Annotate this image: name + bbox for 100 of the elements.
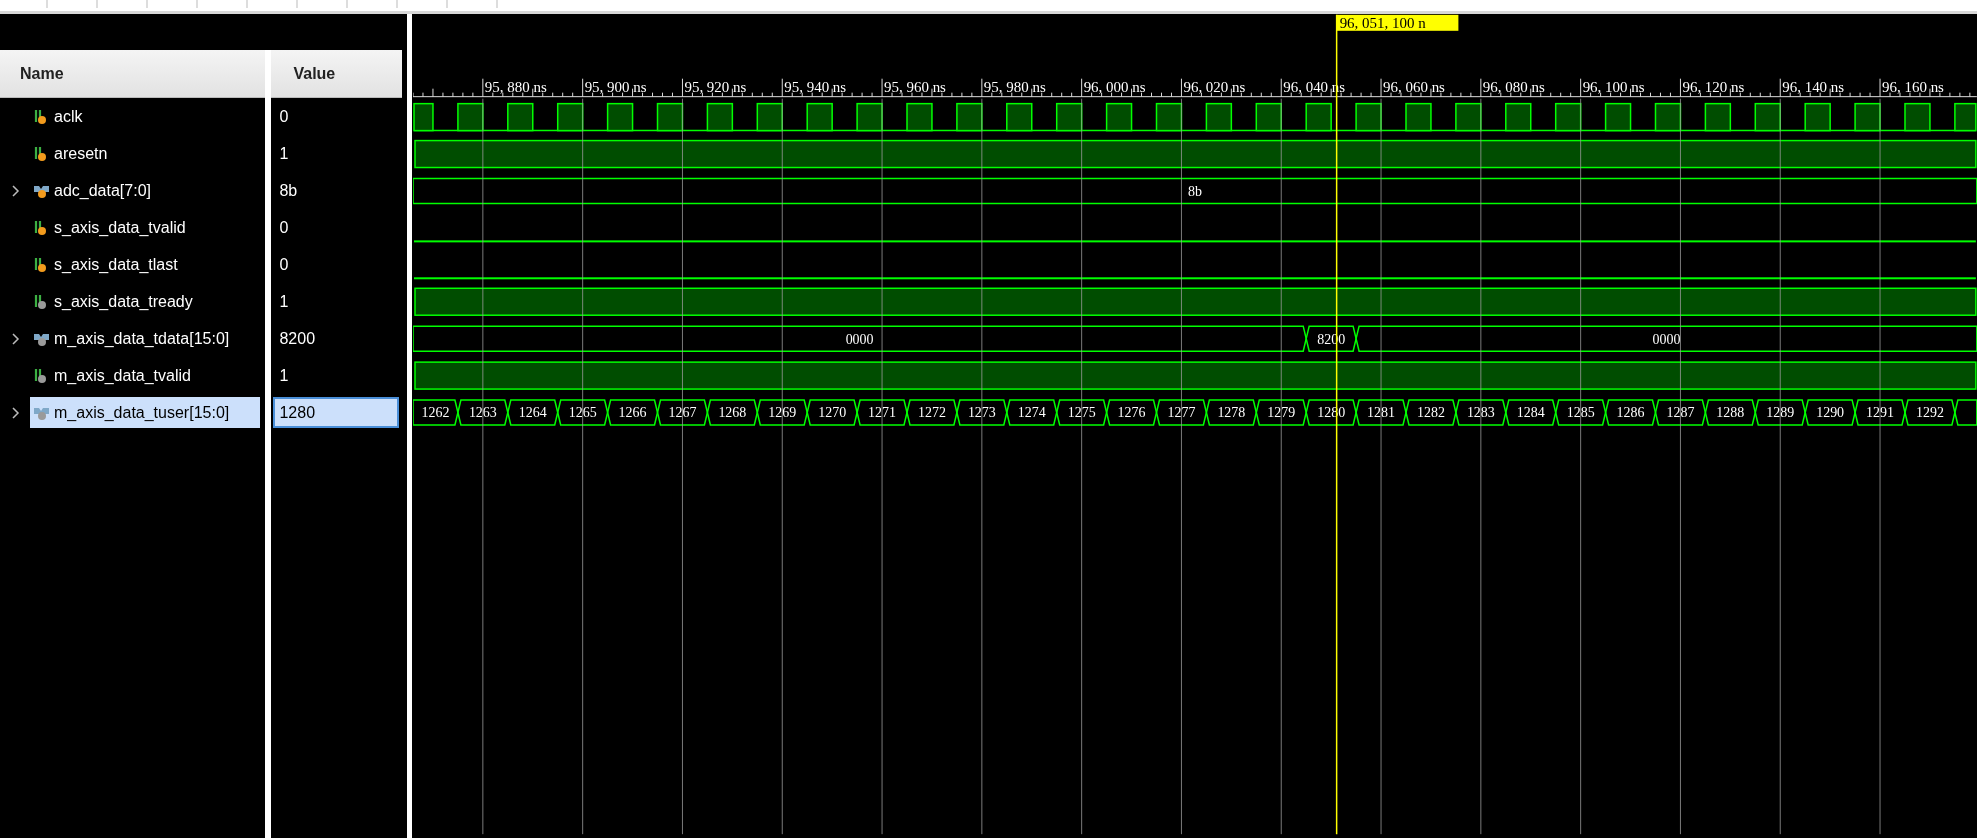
bus-value: 1292 — [1916, 405, 1945, 421]
bus-segment — [806, 399, 859, 426]
bus-value: 1271 — [868, 405, 897, 421]
signal-name[interactable]: m_axis_data_tvalid — [30, 360, 260, 391]
bus-segment — [1854, 399, 1906, 426]
signal-name[interactable]: adc_data[7:0] — [30, 175, 260, 206]
bus-value: 1285 — [1566, 405, 1595, 421]
bus-value: 1286 — [1616, 405, 1645, 421]
bus-value: 1263 — [469, 405, 497, 421]
bus-segment — [1654, 399, 1707, 426]
bus-segment — [1555, 399, 1607, 426]
time-label: 96, 140 ns — [1782, 78, 1845, 95]
bus-value: 1264 — [518, 405, 547, 421]
bus-segment — [656, 399, 709, 426]
bus-value: 1277 — [1167, 405, 1196, 421]
time-label: 95, 960 ns — [884, 78, 947, 95]
bus-segment — [607, 399, 659, 426]
signal-value: 8b — [278, 180, 299, 201]
bus-value: 1269 — [768, 405, 797, 421]
bus-segment — [906, 399, 958, 426]
time-label: 95, 900 ns — [584, 78, 647, 95]
bus-segment — [856, 399, 908, 426]
cursor-time-badge: 96, 051, 100 n — [1336, 14, 1459, 31]
time-label: 96, 020 ns — [1183, 78, 1246, 95]
signal-value: 0 — [278, 254, 290, 275]
name-column-header[interactable]: Name — [0, 50, 266, 98]
time-label: 96, 120 ns — [1682, 78, 1745, 95]
time-label: 96, 080 ns — [1483, 78, 1545, 95]
bus-segment — [507, 399, 559, 426]
bus-segment — [956, 399, 1008, 426]
bus-value: 1275 — [1067, 405, 1096, 421]
bus-segment — [1405, 399, 1457, 426]
bus-value: 1281 — [1367, 405, 1396, 421]
bus-segment — [1704, 399, 1757, 426]
signal-name[interactable]: m_axis_data_tdata[15:0] — [30, 323, 260, 354]
bus-value: 1282 — [1417, 405, 1446, 421]
signal-name-text: m_axis_data_tuser[15:0] — [54, 403, 230, 422]
bus-value: 1266 — [618, 405, 647, 421]
bus-segment — [1754, 399, 1807, 426]
time-label: 96, 060 ns — [1383, 78, 1446, 95]
bus-value: 1284 — [1516, 405, 1545, 421]
bus-value: 1291 — [1866, 405, 1895, 421]
signal-value: 0 — [278, 217, 290, 238]
signal-value: 8200 — [278, 328, 317, 349]
bus-segment — [756, 399, 809, 426]
bus-segment — [1355, 399, 1407, 426]
bus-value: 1273 — [968, 405, 996, 421]
signal-value: 1 — [278, 365, 290, 386]
bus-segment — [706, 399, 759, 426]
signal-name[interactable]: m_axis_data_tuser[15:0] — [30, 397, 260, 428]
time-label: 96, 160 ns — [1882, 78, 1945, 95]
bus-value: 1267 — [668, 405, 697, 421]
signal-name[interactable]: s_axis_data_tready — [30, 286, 260, 317]
bus-value: 0000 — [845, 331, 874, 347]
bus-segment — [1155, 399, 1208, 426]
bus-value: 1270 — [818, 405, 847, 421]
bus-value: 8b — [1188, 183, 1203, 199]
time-label: 96, 100 ns — [1582, 78, 1645, 95]
bus-segment — [557, 399, 609, 426]
signal-value: 1280 — [273, 397, 400, 428]
bus-segment — [413, 399, 459, 426]
expand-chevron-icon[interactable] — [12, 333, 20, 345]
cursor-line[interactable] — [1336, 14, 1338, 835]
time-label: 96, 000 ns — [1083, 78, 1146, 95]
bus-segment — [457, 399, 509, 426]
signal-value: 1 — [278, 143, 290, 164]
expand-chevron-icon[interactable] — [12, 407, 20, 419]
bus-value: 0000 — [1652, 331, 1681, 347]
bus-segment — [1006, 399, 1058, 426]
bus-value: 1290 — [1816, 405, 1845, 421]
signal-name-text: s_axis_data_tlast — [54, 255, 178, 274]
bus-value: 1276 — [1117, 405, 1146, 421]
bus-value: 1283 — [1467, 405, 1495, 421]
time-label: 95, 880 ns — [485, 78, 547, 95]
bus-segment — [1605, 399, 1657, 426]
signal-name[interactable]: s_axis_data_tvalid — [30, 212, 260, 243]
bus-segment — [1205, 399, 1258, 426]
signal-value: 1 — [278, 291, 290, 312]
bus-value: 1265 — [568, 405, 597, 421]
signal-name-text: s_axis_data_tvalid — [54, 218, 186, 237]
signal-name[interactable]: aresetn — [30, 138, 260, 169]
signal-name-text: s_axis_data_tready — [54, 292, 193, 311]
signal-name-text: m_axis_data_tvalid — [54, 366, 191, 385]
bus-value: 1289 — [1766, 405, 1795, 421]
time-label: 95, 940 ns — [784, 78, 847, 95]
bus-segment — [1804, 399, 1857, 426]
signal-name-text: adc_data[7:0] — [54, 181, 151, 200]
time-label: 95, 980 ns — [984, 78, 1046, 95]
bus-segment — [1056, 399, 1108, 426]
bus-value: 1287 — [1666, 405, 1695, 421]
signal-name-text: aresetn — [54, 144, 108, 163]
bus-value: 1278 — [1217, 405, 1246, 421]
value-column-header[interactable]: Value — [271, 50, 403, 98]
bus-value: 1268 — [718, 405, 747, 421]
signal-name[interactable]: aclk — [30, 101, 260, 132]
signal-name[interactable]: s_axis_data_tlast — [30, 249, 260, 280]
bus-value: 1274 — [1017, 405, 1046, 421]
bus-value: 1288 — [1716, 405, 1745, 421]
bus-value: 1262 — [421, 405, 450, 421]
expand-chevron-icon[interactable] — [12, 185, 20, 197]
